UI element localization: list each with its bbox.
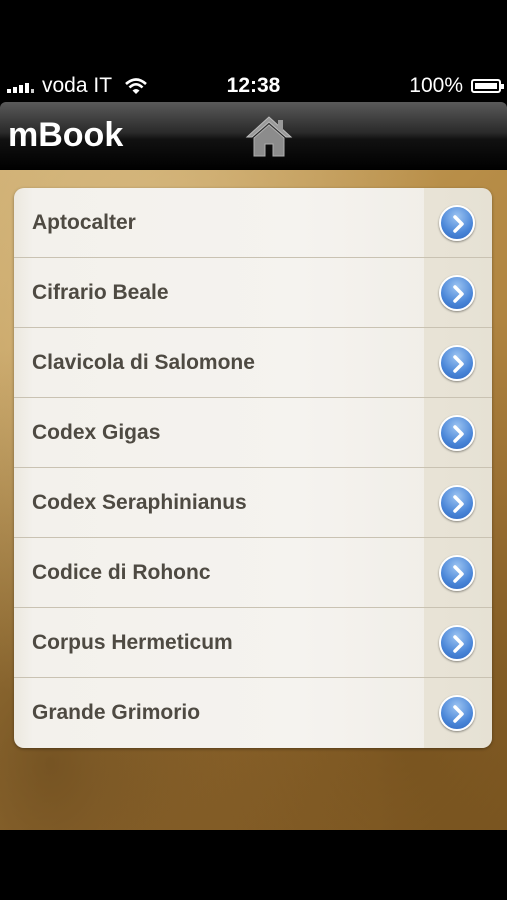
chevron-right-icon <box>453 565 464 583</box>
disclosure-button[interactable] <box>439 555 475 591</box>
chevron-right-icon <box>453 215 464 233</box>
disclosure-button[interactable] <box>439 695 475 731</box>
battery-percentage: 100% <box>409 74 463 97</box>
chevron-right-icon <box>453 705 464 723</box>
list-item[interactable]: Clavicola di Salomone <box>14 328 492 398</box>
home-button[interactable] <box>243 112 295 162</box>
navigation-bar: mBook <box>0 102 507 170</box>
battery-level <box>475 83 497 89</box>
list-item[interactable]: Grande Grimorio <box>14 678 492 748</box>
book-title: Corpus Hermeticum <box>32 631 233 654</box>
chevron-right-icon <box>453 495 464 513</box>
disclosure-button[interactable] <box>439 275 475 311</box>
status-right: 100% <box>409 74 504 98</box>
disclosure-button[interactable] <box>439 625 475 661</box>
list-item[interactable]: Codice di Rohonc <box>14 538 492 608</box>
list-item[interactable]: Aptocalter <box>14 188 492 258</box>
chevron-right-icon <box>453 635 464 653</box>
book-title: Codex Gigas <box>32 421 161 444</box>
list-item[interactable]: Codex Gigas <box>14 398 492 468</box>
chevron-right-icon <box>453 425 464 443</box>
list-item[interactable]: Corpus Hermeticum <box>14 608 492 678</box>
disclosure-button[interactable] <box>439 205 475 241</box>
book-title: Codice di Rohonc <box>32 561 211 584</box>
list-item[interactable]: Codex Seraphinianus <box>14 468 492 538</box>
home-icon <box>245 116 293 157</box>
list-item[interactable]: Cifrario Beale <box>14 258 492 328</box>
book-title: Codex Seraphinianus <box>32 491 247 514</box>
battery-icon <box>471 79 504 93</box>
disclosure-button[interactable] <box>439 345 475 381</box>
app-title: mBook <box>8 116 124 154</box>
book-title: Aptocalter <box>32 211 136 234</box>
book-title: Clavicola di Salomone <box>32 351 255 374</box>
book-list: Aptocalter Cifrario Beale Clavicola di Sal… <box>14 188 492 748</box>
parchment-background: Aptocalter Cifrario Beale Clavicola di Sal… <box>0 170 507 830</box>
status-bar: voda IT 12:38 100% <box>0 68 507 102</box>
chevron-right-icon <box>453 355 464 373</box>
chevron-right-icon <box>453 285 464 303</box>
book-title: Grande Grimorio <box>32 701 201 724</box>
disclosure-button[interactable] <box>439 485 475 521</box>
book-title: Cifrario Beale <box>32 281 169 304</box>
disclosure-button[interactable] <box>439 415 475 451</box>
